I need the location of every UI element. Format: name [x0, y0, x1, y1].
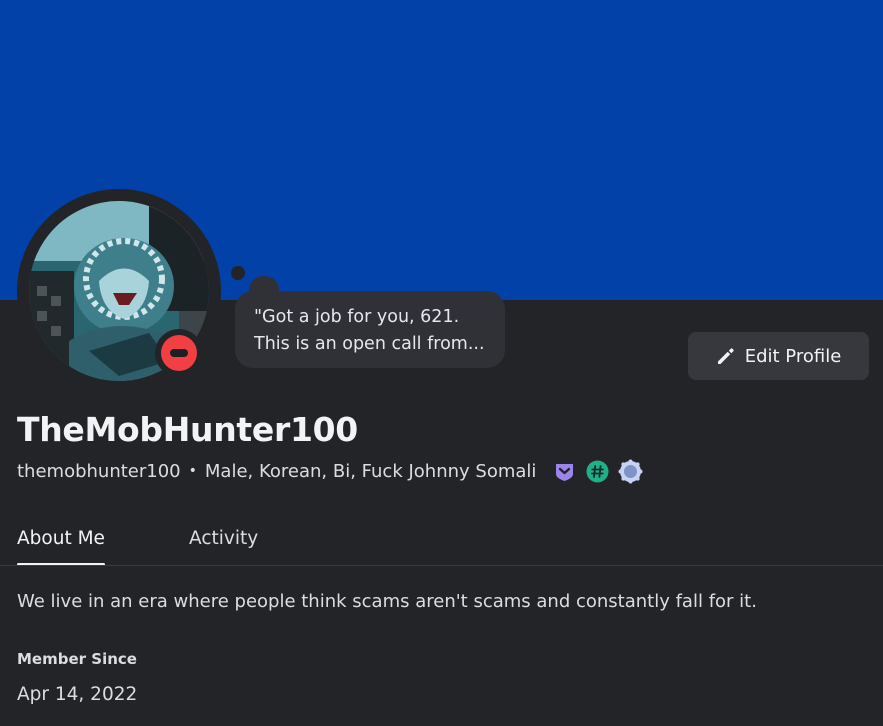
edit-profile-label: Edit Profile	[744, 345, 842, 367]
tabs-divider	[0, 565, 883, 566]
custom-status-bubble[interactable]: "Got a job for you, 621. This is an open…	[235, 291, 505, 368]
about-me-text: We live in an era where people think sca…	[17, 591, 757, 612]
separator-dot: •	[188, 463, 197, 479]
tab-about-me-label: About Me	[17, 528, 105, 549]
pronouns: Male, Korean, Bi, Fuck Johnny Somali	[204, 460, 537, 482]
profile-tabs: About Me Activity	[17, 528, 258, 566]
hashtag-badge-icon[interactable]	[585, 459, 610, 484]
badge-list	[552, 459, 643, 484]
tab-about-me[interactable]: About Me	[17, 528, 105, 566]
quest-badge-icon[interactable]	[618, 459, 643, 484]
avatar-container[interactable]	[17, 189, 221, 393]
member-since-heading: Member Since	[17, 650, 137, 668]
nitro-badge-icon[interactable]	[552, 459, 577, 484]
username[interactable]: themobhunter100	[17, 461, 181, 482]
user-profile: "Got a job for you, 621. This is an open…	[0, 0, 883, 726]
status-bubble-dot-small	[231, 266, 245, 280]
custom-status-line-2: This is an open call from...	[254, 334, 485, 354]
edit-profile-button[interactable]: Edit Profile	[688, 332, 869, 380]
tab-activity-label: Activity	[189, 528, 259, 549]
profile-meta: themobhunter100 • Male, Korean, Bi, Fuck…	[17, 456, 643, 486]
tab-activity[interactable]: Activity	[189, 528, 258, 566]
status-bar	[170, 349, 188, 357]
do-not-disturb-icon	[161, 335, 197, 371]
custom-status-line-1: "Got a job for you, 621.	[254, 307, 460, 327]
display-name: TheMobHunter100	[17, 410, 358, 449]
pencil-icon	[716, 346, 736, 366]
status-indicator[interactable]	[155, 329, 203, 377]
member-since-date: Apr 14, 2022	[17, 684, 138, 705]
